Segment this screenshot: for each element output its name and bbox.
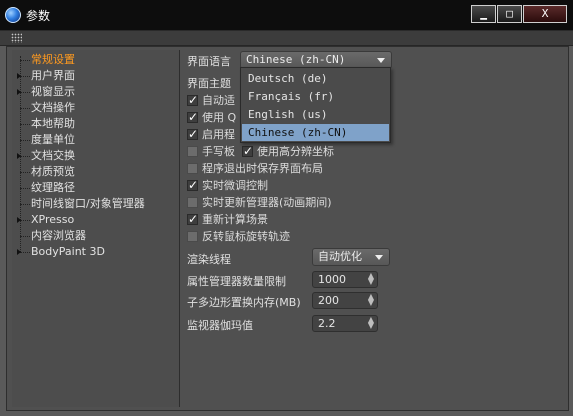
theme-label: 界面主题 bbox=[187, 77, 231, 90]
realtime-tweak-checkbox[interactable]: ✓ 实时微调控制 bbox=[187, 178, 268, 194]
checkbox-box-icon[interactable] bbox=[187, 145, 198, 157]
checkmark-icon[interactable]: ✓ bbox=[187, 128, 198, 140]
expand-arrow-icon[interactable] bbox=[17, 153, 21, 159]
tree-item-help[interactable]: 本地帮助 bbox=[20, 116, 75, 132]
use-q-checkbox[interactable]: ✓ 使用 Q bbox=[187, 110, 236, 126]
checkmark-icon[interactable]: ✓ bbox=[187, 213, 198, 225]
language-option-fr[interactable]: Français (fr) bbox=[242, 88, 389, 105]
app-icon bbox=[5, 7, 21, 23]
maximize-button[interactable]: □ bbox=[497, 5, 522, 23]
save-layout-checkbox[interactable]: 程序退出时保存界面布局 bbox=[187, 161, 323, 177]
tree-item-timeline[interactable]: 时间线窗口/对象管理器 bbox=[20, 196, 145, 212]
language-option-de[interactable]: Deutsch (de) bbox=[242, 70, 389, 87]
recalc-scene-checkbox[interactable]: ✓ 重新计算场景 bbox=[187, 212, 268, 228]
tablet-checkbox[interactable]: 手写板 bbox=[187, 144, 235, 160]
category-tree: 常规设置 用户界面 视窗显示 文档操作 本地帮助 度量单位 文档交换 材质预览 … bbox=[12, 50, 180, 407]
tree-item-general[interactable]: 常规设置 bbox=[20, 52, 75, 68]
poly-memory-label: 子多边形置换内存(MB) bbox=[187, 296, 301, 309]
spinner-arrows-icon[interactable]: ▲ ▼ bbox=[368, 316, 374, 330]
chevron-down-icon bbox=[377, 58, 385, 63]
language-label: 界面语言 bbox=[187, 55, 231, 68]
attr-limit-label: 属性管理器数量限制 bbox=[187, 275, 286, 288]
tree-item-bodypaint[interactable]: BodyPaint 3D bbox=[17, 244, 105, 260]
spinner-arrows-icon[interactable]: ▲ ▼ bbox=[368, 272, 374, 286]
tree-item-document[interactable]: 文档操作 bbox=[20, 100, 75, 116]
hires-coords-checkbox[interactable]: ✓ 使用高分辨坐标 bbox=[242, 144, 334, 160]
language-option-en[interactable]: English (us) bbox=[242, 106, 389, 123]
close-button[interactable]: X bbox=[523, 5, 567, 23]
spinner-arrows-icon[interactable]: ▲ ▼ bbox=[368, 293, 374, 307]
window-title: 参数 bbox=[26, 9, 51, 23]
expand-arrow-icon[interactable] bbox=[17, 217, 21, 223]
expand-arrow-icon[interactable] bbox=[17, 249, 21, 255]
realtime-manager-checkbox[interactable]: 实时更新管理器(动画期间) bbox=[187, 195, 332, 211]
expand-arrow-icon[interactable] bbox=[17, 73, 21, 79]
auto-adjust-checkbox[interactable]: ✓ 自动适 bbox=[187, 93, 235, 109]
tree-item-viewport[interactable]: 视窗显示 bbox=[17, 84, 75, 100]
attr-limit-input[interactable]: 1000 ▲ ▼ bbox=[312, 271, 378, 288]
language-option-zh[interactable]: Chinese (zh-CN) bbox=[242, 124, 389, 141]
toolbar bbox=[0, 31, 573, 46]
checkbox-box-icon[interactable] bbox=[187, 162, 198, 174]
render-thread-select[interactable]: 自动优化 bbox=[312, 248, 390, 266]
expand-arrow-icon[interactable] bbox=[17, 89, 21, 95]
minimize-button[interactable]: ▁ bbox=[471, 5, 496, 23]
tree-item-material-preview[interactable]: 材质预览 bbox=[20, 164, 75, 180]
gamma-input[interactable]: 2.2 ▲ ▼ bbox=[312, 315, 378, 332]
checkbox-box-icon[interactable] bbox=[187, 230, 198, 242]
render-thread-value: 自动优化 bbox=[318, 250, 362, 263]
checkmark-icon[interactable]: ✓ bbox=[187, 111, 198, 123]
checkmark-icon[interactable]: ✓ bbox=[187, 94, 198, 106]
render-thread-label: 渲染线程 bbox=[187, 253, 231, 266]
language-dropdown: Deutsch (de) Français (fr) English (us) … bbox=[240, 67, 391, 143]
tree-item-content-browser[interactable]: 内容浏览器 bbox=[20, 228, 86, 244]
enable-checkbox[interactable]: ✓ 启用程 bbox=[187, 127, 235, 143]
window-titlebar: 参数 ▁ □ X bbox=[0, 0, 573, 31]
checkbox-box-icon[interactable] bbox=[187, 196, 198, 208]
tree-item-units[interactable]: 度量单位 bbox=[20, 132, 75, 148]
gamma-label: 监视器伽玛值 bbox=[187, 319, 253, 332]
invert-rotation-checkbox[interactable]: 反转鼠标旋转轨迹 bbox=[187, 229, 290, 245]
chevron-down-icon bbox=[375, 255, 383, 260]
language-value: Chinese (zh-CN) bbox=[246, 53, 346, 66]
tree-item-exchange[interactable]: 文档交换 bbox=[17, 148, 75, 164]
poly-memory-input[interactable]: 200 ▲ ▼ bbox=[312, 292, 378, 309]
tree-item-interface[interactable]: 用户界面 bbox=[17, 68, 75, 84]
checkmark-icon[interactable]: ✓ bbox=[187, 179, 198, 191]
tree-item-xpresso[interactable]: XPresso bbox=[17, 212, 74, 228]
grip-handle-icon[interactable] bbox=[11, 33, 22, 43]
tree-item-texture-paths[interactable]: 纹理路径 bbox=[20, 180, 75, 196]
checkmark-icon[interactable]: ✓ bbox=[242, 145, 253, 157]
